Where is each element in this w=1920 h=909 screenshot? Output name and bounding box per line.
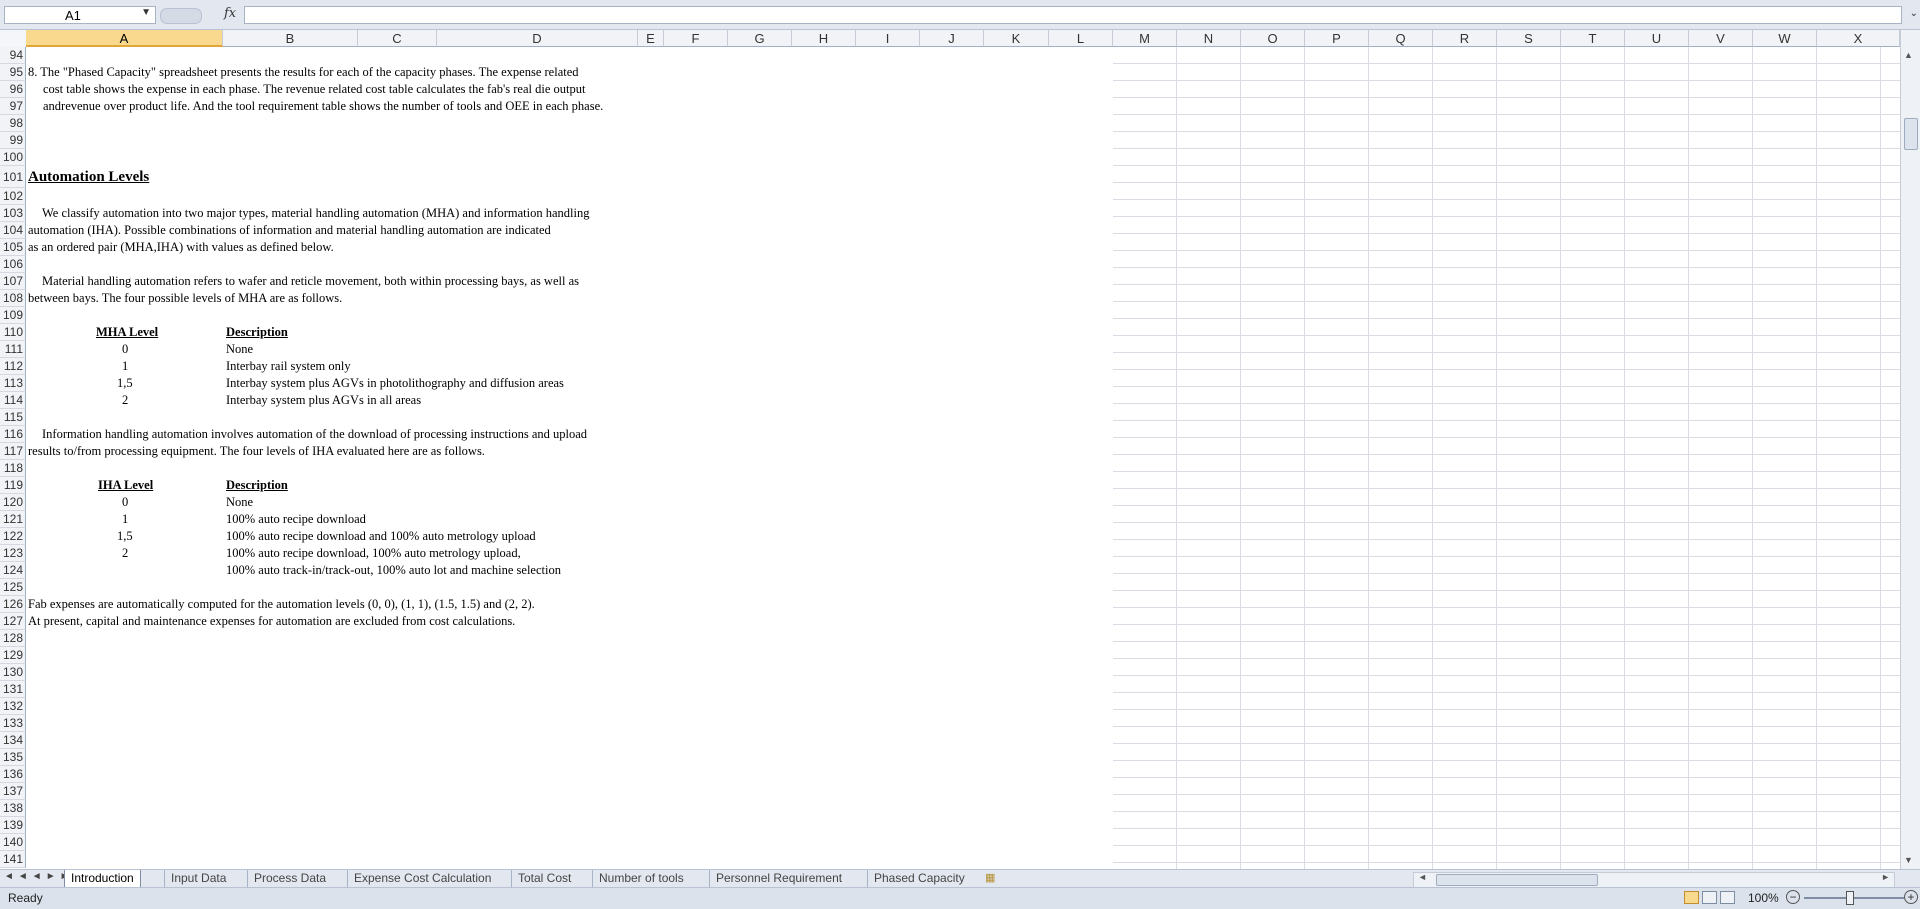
column-header[interactable]: M <box>1113 30 1177 47</box>
column-header[interactable]: A <box>26 30 223 47</box>
column-header[interactable]: R <box>1433 30 1497 47</box>
text-line: cost table shows the expense in each pha… <box>43 82 586 96</box>
description-header: Description <box>226 325 288 339</box>
horizontal-scroll-thumb[interactable] <box>1436 874 1598 886</box>
iha-description-continued: 100% auto track-in/track-out, 100% auto … <box>226 563 561 577</box>
tab-total-cost[interactable]: Total Cost <box>511 870 577 887</box>
formula-bar: A1 ▼ fx ⌄ <box>0 0 1920 30</box>
vertical-scrollbar[interactable]: ▲ ▼ <box>1900 30 1920 869</box>
name-box-value: A1 <box>65 8 81 23</box>
mha-level: 1,5 <box>117 376 133 390</box>
chevron-down-icon[interactable]: ▼ <box>141 7 151 18</box>
column-header[interactable]: K <box>984 30 1049 47</box>
iha-description: 100% auto recipe download and 100% auto … <box>226 529 536 543</box>
mha-level: 1 <box>122 359 129 373</box>
description-header: Description <box>226 478 288 492</box>
zoom-slider[interactable] <box>1804 897 1904 899</box>
column-header[interactable]: S <box>1497 30 1561 47</box>
vertical-scroll-thumb[interactable] <box>1904 118 1918 150</box>
cell-gridlines[interactable] <box>1113 47 1900 869</box>
insert-sheet-icon[interactable]: ▦ <box>985 871 995 884</box>
column-header[interactable]: C <box>358 30 437 47</box>
text-line: andrevenue over product life. And the to… <box>43 99 604 113</box>
formula-bar-splitter[interactable] <box>160 8 202 24</box>
column-header[interactable]: Q <box>1369 30 1433 47</box>
iha-description: 100% auto recipe download <box>226 512 366 526</box>
mha-level: 2 <box>122 393 129 407</box>
scroll-left-icon[interactable]: ◄ <box>1418 872 1427 882</box>
mha-level-header: MHA Level <box>96 325 159 339</box>
normal-view-icon[interactable] <box>1684 891 1699 904</box>
tab-phased-capacity[interactable]: Phased Capacity <box>867 870 971 887</box>
column-headers: A B C D E F G H I J K L M N O P Q R S T … <box>0 30 1900 47</box>
column-header[interactable]: O <box>1241 30 1305 47</box>
text-line: between bays. The four possible levels o… <box>28 291 343 305</box>
iha-description: None <box>226 495 254 509</box>
page-break-preview-icon[interactable] <box>1720 891 1735 904</box>
column-header[interactable]: V <box>1689 30 1753 47</box>
column-header[interactable]: P <box>1305 30 1369 47</box>
tab-process-data[interactable]: Process Data <box>247 870 332 887</box>
formula-input[interactable] <box>244 6 1902 24</box>
iha-level-header: IHA Level <box>98 478 154 492</box>
column-header[interactable]: X <box>1817 30 1900 47</box>
tab-input-data[interactable]: Input Data <box>164 870 232 887</box>
status-text: Ready <box>8 891 43 905</box>
column-header[interactable]: T <box>1561 30 1625 47</box>
column-header[interactable]: F <box>664 30 728 47</box>
mha-description: Interbay rail system only <box>226 359 351 373</box>
scroll-up-icon[interactable]: ▲ <box>1904 50 1913 60</box>
column-header[interactable]: J <box>920 30 984 47</box>
mha-description: None <box>226 342 254 356</box>
zoom-out-icon[interactable]: − <box>1786 890 1800 904</box>
sheet-tab-bar: ◄◄◄►► Introduction Input Data Process Da… <box>0 869 1920 888</box>
view-buttons <box>1684 891 1738 907</box>
tab-personnel-requirement[interactable]: Personnel Requirement <box>709 870 848 887</box>
column-header[interactable]: B <box>223 30 358 47</box>
column-header[interactable]: W <box>1753 30 1817 47</box>
zoom-in-icon[interactable]: + <box>1904 890 1918 904</box>
column-header[interactable]: I <box>856 30 920 47</box>
name-box[interactable]: A1 ▼ <box>4 6 156 24</box>
text-line: At present, capital and maintenance expe… <box>28 614 516 628</box>
column-header[interactable]: D <box>437 30 638 47</box>
text-line: results to/from processing equipment. Th… <box>28 444 485 458</box>
scroll-right-icon[interactable]: ► <box>1881 872 1890 882</box>
iha-level: 1 <box>122 512 129 526</box>
column-header[interactable]: G <box>728 30 792 47</box>
section-heading: Automation Levels <box>28 169 150 185</box>
page-layout-view-icon[interactable] <box>1702 891 1717 904</box>
iha-level: 2 <box>122 546 129 560</box>
column-header[interactable]: L <box>1049 30 1113 47</box>
zoom-slider-thumb[interactable] <box>1846 891 1854 905</box>
column-header[interactable]: U <box>1625 30 1689 47</box>
horizontal-scrollbar[interactable]: ◄ ► <box>1413 872 1895 888</box>
insert-function-icon[interactable]: fx <box>224 6 236 21</box>
text-line: automation (IHA). Possible combinations … <box>28 223 551 237</box>
scroll-down-icon[interactable]: ▼ <box>1904 855 1913 865</box>
iha-level: 0 <box>122 495 129 509</box>
sheet-content[interactable]: 8. The "Phased Capacity" spreadsheet pre… <box>0 47 1113 869</box>
mha-description: Interbay system plus AGVs in all areas <box>226 393 422 407</box>
column-header[interactable]: E <box>638 30 664 47</box>
text-line: Information handling automation involves… <box>42 427 588 441</box>
expand-formula-bar-icon[interactable]: ⌄ <box>1910 8 1918 19</box>
mha-level: 0 <box>122 342 129 356</box>
column-header[interactable]: H <box>792 30 856 47</box>
tab-number-of-tools[interactable]: Number of tools <box>592 870 690 887</box>
text-line: as an ordered pair (MHA,IHA) with values… <box>28 240 334 254</box>
tab-introduction[interactable]: Introduction <box>64 870 141 887</box>
text-line: 8. The "Phased Capacity" spreadsheet pre… <box>28 65 579 79</box>
column-header[interactable]: N <box>1177 30 1241 47</box>
text-line: We classify automation into two major ty… <box>42 206 590 220</box>
iha-level: 1,5 <box>117 529 133 543</box>
iha-description: 100% auto recipe download, 100% auto met… <box>226 546 521 560</box>
mha-description: Interbay system plus AGVs in photolithog… <box>226 376 564 390</box>
text-line: Fab expenses are automatically computed … <box>28 597 535 611</box>
text-line: Material handling automation refers to w… <box>42 274 579 288</box>
tab-expense-cost-calculation[interactable]: Expense Cost Calculation <box>347 870 497 887</box>
zoom-level[interactable]: 100% <box>1748 891 1779 905</box>
status-bar: Ready 100% − + <box>0 887 1920 909</box>
